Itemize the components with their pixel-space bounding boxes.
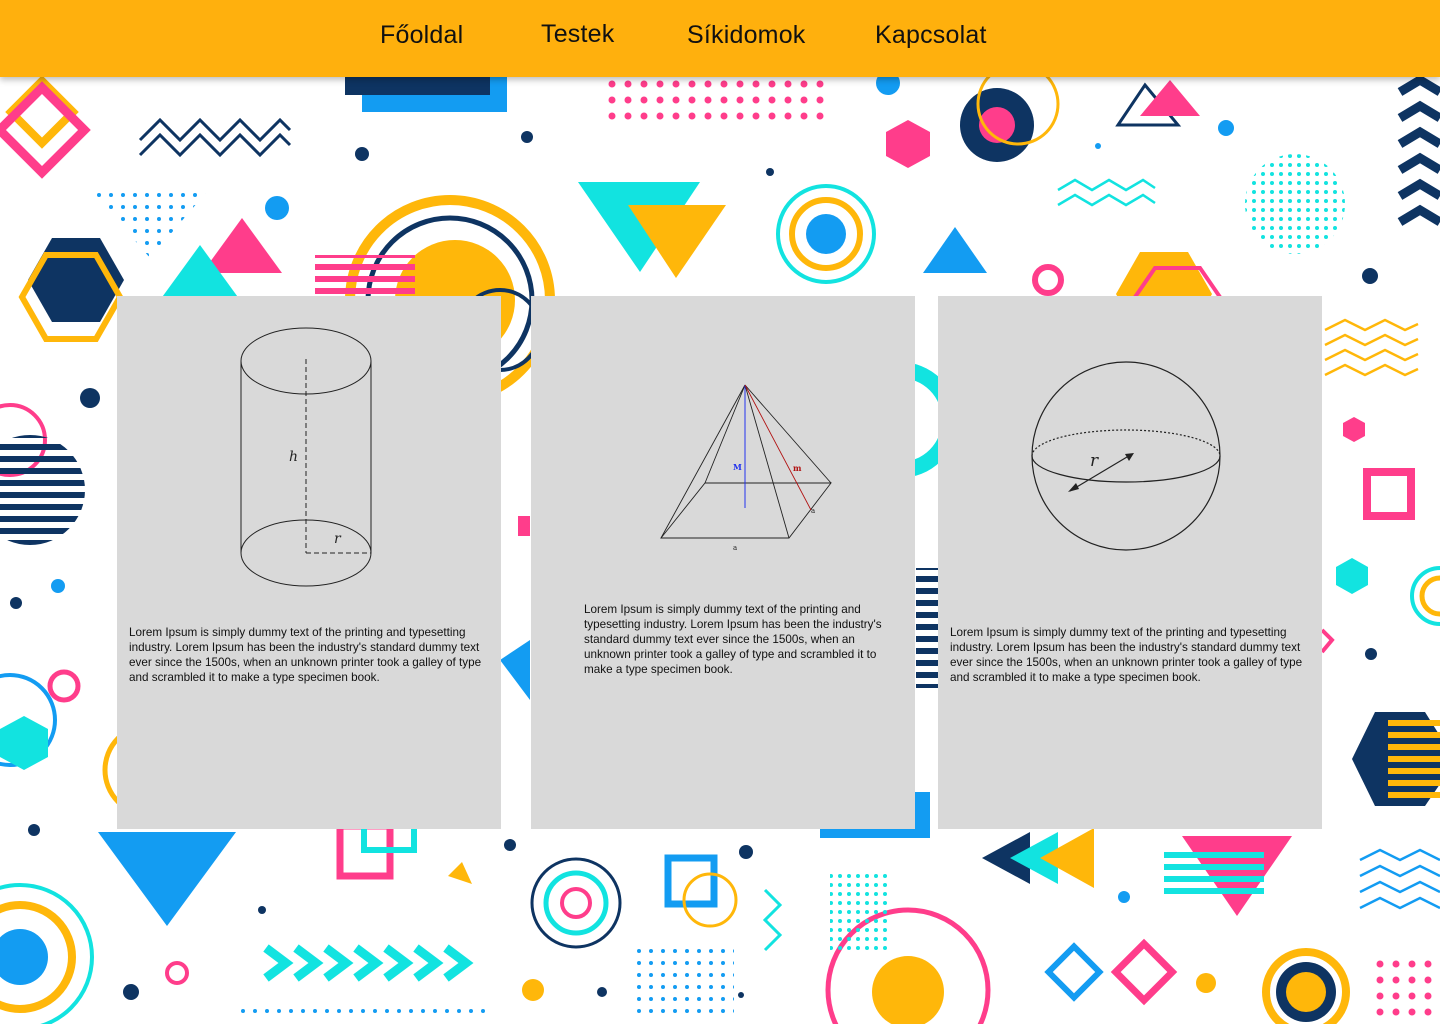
pyramid-diagram: M m a a	[660, 384, 832, 552]
sphere-diagram: r	[1031, 361, 1221, 551]
cylinder-height-label: h	[289, 449, 298, 465]
sphere-radius-label: r	[1090, 451, 1099, 471]
nav-link-fooldal[interactable]: Főoldal	[380, 21, 463, 50]
pyramid-height-label: M	[733, 462, 742, 472]
nav-link-kapcsolat[interactable]: Kapcsolat	[875, 21, 987, 50]
card-description: Lorem Ipsum is simply dummy text of the …	[950, 626, 1303, 684]
cylinder-diagram: h r	[240, 327, 372, 587]
card-sphere[interactable]: r Lorem Ipsum is simply dummy text of th…	[938, 296, 1322, 829]
cylinder-radius-label: r	[334, 531, 342, 547]
pyramid-slant-label: m	[793, 463, 802, 473]
card-description: Lorem Ipsum is simply dummy text of the …	[129, 626, 482, 684]
top-navigation-bar: Főoldal Testek Síkidomok Kapcsolat	[0, 0, 1440, 77]
nav-link-sikidomok[interactable]: Síkidomok	[687, 21, 806, 50]
card-cylinder[interactable]: h r Lorem Ipsum is simply dummy text of …	[117, 296, 501, 829]
pyramid-edge-label: a	[811, 507, 815, 515]
nav-link-testek[interactable]: Testek	[541, 20, 614, 49]
pyramid-base-label: a	[733, 544, 737, 552]
card-pyramid[interactable]: M m a a Lorem Ipsum is simply dummy text…	[531, 296, 915, 829]
card-description: Lorem Ipsum is simply dummy text of the …	[584, 603, 882, 676]
